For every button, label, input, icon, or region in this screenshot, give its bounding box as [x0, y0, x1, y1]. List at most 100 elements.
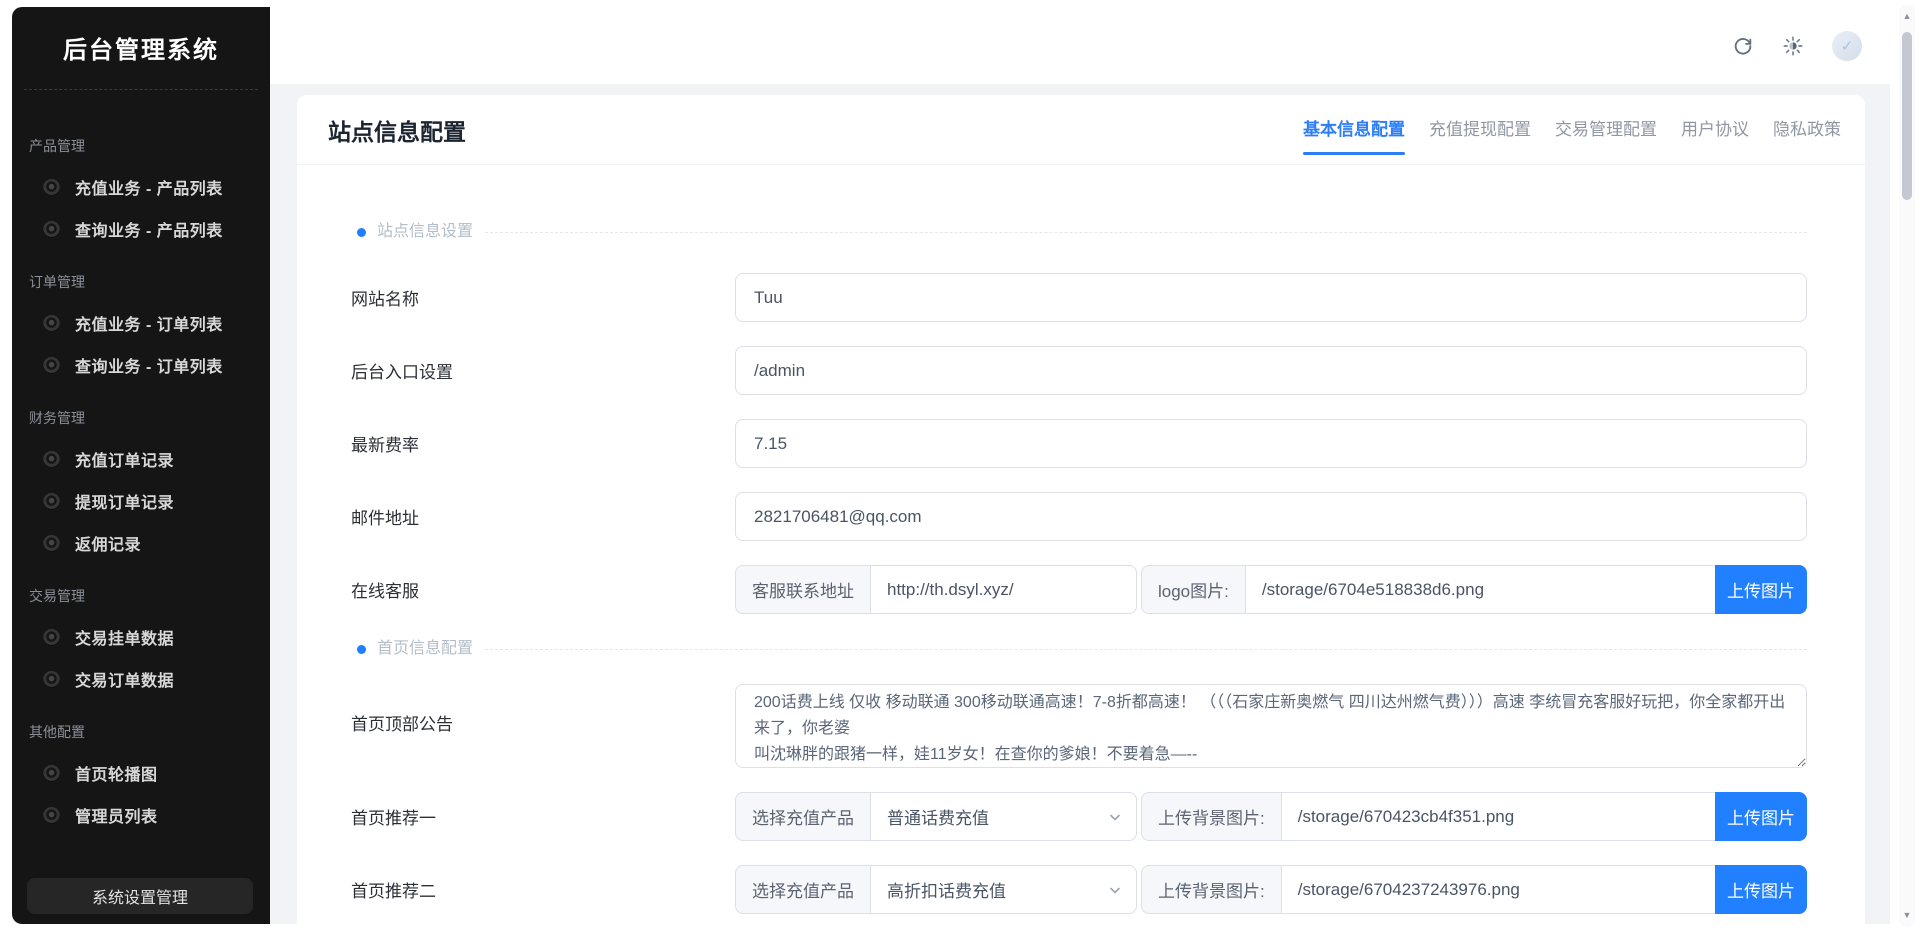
bg-addon: 上传背景图片: — [1141, 865, 1281, 914]
recommend-one-bg-input[interactable] — [1280, 792, 1715, 841]
config-form: 站点信息设置 网站名称 后台入口设置 最新费率 邮件地址 — [297, 165, 1865, 914]
website-name-input[interactable] — [735, 273, 1807, 322]
dashed-line — [485, 231, 1807, 233]
tab-privacy-policy[interactable]: 隐私政策 — [1773, 118, 1841, 142]
admin-entry-input[interactable] — [735, 346, 1807, 395]
disc-icon — [43, 534, 60, 552]
tab-user-agreement[interactable]: 用户协议 — [1681, 118, 1749, 142]
form-row-website-name: 网站名称 — [351, 273, 1807, 322]
sidebar: 后台管理系统 产品管理 充值业务 - 产品列表 查询业务 - 产品列表 订单管理… — [12, 7, 270, 924]
nav-section-trade: 交易管理 交易挂单数据 交易订单数据 — [12, 586, 270, 700]
sidebar-item-recharge-products[interactable]: 充值业务 - 产品列表 — [12, 166, 270, 208]
form-row-latest-rate: 最新费率 — [351, 419, 1807, 468]
nav-section-header: 其他配置 — [29, 724, 85, 740]
upload-bg-two-button[interactable]: 上传图片 — [1715, 865, 1807, 914]
logo-path-input[interactable] — [1244, 565, 1715, 614]
disc-icon — [43, 670, 60, 688]
online-service-controls: 客服联系地址 logo图片: 上传图片 — [735, 565, 1807, 614]
product-select-group: 选择充值产品 普通话费充值 — [735, 792, 1137, 841]
disc-icon — [43, 806, 60, 824]
system-settings-button[interactable]: 系统设置管理 — [27, 878, 253, 914]
service-url-addon: 客服联系地址 — [735, 565, 870, 614]
page-title: 站点信息配置 — [328, 118, 466, 145]
dashed-line — [485, 648, 1807, 650]
logo-path-group: logo图片: 上传图片 — [1141, 565, 1807, 614]
tab-trade-manage[interactable]: 交易管理配置 — [1555, 118, 1657, 142]
scroll-up-arrow[interactable]: ▲ — [1899, 11, 1915, 21]
tabs: 基本信息配置 充值提现配置 交易管理配置 用户协议 隐私政策 — [1303, 118, 1841, 155]
section-dot-icon — [357, 227, 366, 237]
bg-path-group: 上传背景图片: 上传图片 — [1141, 792, 1807, 841]
disc-icon — [43, 356, 60, 374]
recommend-two-bg-input[interactable] — [1280, 865, 1715, 914]
field-label: 首页顶部公告 — [351, 715, 453, 734]
form-row-recommend-one: 首页推荐一 选择充值产品 普通话费充值 上传背景图片: 上传 — [351, 792, 1807, 841]
sidebar-item-home-banner[interactable]: 首页轮播图 — [12, 752, 270, 794]
form-row-home-notice: 首页顶部公告 200话费上线 仅收 移动联通 300移动联通高速！7-8折都高速… — [351, 684, 1807, 768]
form-row-email: 邮件地址 — [351, 492, 1807, 541]
page-scrollbar: ▲ ▼ — [1899, 4, 1915, 927]
topbar: ✓ — [270, 7, 1890, 84]
sidebar-item-recharge-orders[interactable]: 充值业务 - 订单列表 — [12, 302, 270, 344]
home-notice-textarea[interactable]: 200话费上线 仅收 移动联通 300移动联通高速！7-8折都高速！ （（（石家… — [735, 684, 1807, 768]
avatar-check-icon: ✓ — [1840, 37, 1854, 55]
recommend-two-product-select[interactable]: 高折扣话费充值 — [870, 865, 1137, 914]
disc-icon — [43, 220, 60, 238]
field-label: 首页推荐二 — [351, 882, 436, 901]
nav-section-products: 产品管理 充值业务 - 产品列表 查询业务 - 产品列表 — [12, 136, 270, 250]
theme-toggle-icon[interactable] — [1782, 35, 1804, 57]
field-label: 后台入口设置 — [351, 363, 453, 382]
bg-path-group: 上传背景图片: 上传图片 — [1141, 865, 1807, 914]
disc-icon — [43, 450, 60, 468]
refresh-icon[interactable] — [1732, 35, 1754, 57]
disc-icon — [43, 314, 60, 332]
nav-section-header: 财务管理 — [29, 410, 85, 426]
user-avatar[interactable]: ✓ — [1832, 30, 1862, 61]
recommend-one-product-select[interactable]: 普通话费充值 — [870, 792, 1137, 841]
sidebar-item-query-products[interactable]: 查询业务 - 产品列表 — [12, 208, 270, 250]
upload-logo-button[interactable]: 上传图片 — [1715, 565, 1807, 614]
sidebar-item-withdraw-records[interactable]: 提现订单记录 — [12, 480, 270, 522]
sidebar-item-trade-orders[interactable]: 交易订单数据 — [12, 658, 270, 700]
section-dot-icon — [357, 644, 366, 654]
site-config-card: 站点信息配置 基本信息配置 充值提现配置 交易管理配置 用户协议 隐私政策 站点… — [297, 95, 1865, 924]
sidebar-item-recharge-records[interactable]: 充值订单记录 — [12, 438, 270, 480]
logo-addon: logo图片: — [1141, 565, 1245, 614]
sidebar-item-admin-list[interactable]: 管理员列表 — [12, 794, 270, 836]
chevron-down-icon — [1110, 887, 1120, 894]
sidebar-nav: 产品管理 充值业务 - 产品列表 查询业务 - 产品列表 订单管理 充值业务 -… — [12, 90, 270, 836]
nav-section-other: 其他配置 首页轮播图 管理员列表 — [12, 722, 270, 836]
sidebar-item-trade-pending[interactable]: 交易挂单数据 — [12, 616, 270, 658]
nav-section-header: 交易管理 — [29, 588, 85, 604]
latest-rate-input[interactable] — [735, 419, 1807, 468]
form-row-online-service: 在线客服 客服联系地址 logo图片: 上传图片 — [351, 565, 1807, 614]
product-select-addon: 选择充值产品 — [735, 865, 870, 914]
nav-section-header: 产品管理 — [29, 138, 85, 154]
chevron-down-icon — [1110, 814, 1120, 821]
nav-section-finance: 财务管理 充值订单记录 提现订单记录 返佣记录 — [12, 408, 270, 564]
section-home-info: 首页信息配置 — [351, 638, 1807, 660]
sidebar-item-rebate-records[interactable]: 返佣记录 — [12, 522, 270, 564]
recommend-two-controls: 选择充值产品 高折扣话费充值 上传背景图片: 上传图片 — [735, 865, 1807, 914]
scroll-down-arrow[interactable]: ▼ — [1899, 910, 1915, 920]
app-title: 后台管理系统 — [63, 37, 219, 64]
field-label: 首页推荐一 — [351, 809, 436, 828]
upload-bg-one-button[interactable]: 上传图片 — [1715, 792, 1807, 841]
form-row-recommend-two: 首页推荐二 选择充值产品 高折扣话费充值 上传背景图片: 上 — [351, 865, 1807, 914]
tab-basic-info[interactable]: 基本信息配置 — [1303, 118, 1405, 155]
scrollbar-thumb[interactable] — [1902, 32, 1912, 200]
section-site-info: 站点信息设置 — [351, 221, 1807, 243]
service-url-input[interactable] — [870, 565, 1137, 614]
service-url-group: 客服联系地址 — [735, 565, 1137, 614]
bg-addon: 上传背景图片: — [1141, 792, 1281, 841]
tab-recharge-withdraw[interactable]: 充值提现配置 — [1429, 118, 1531, 142]
disc-icon — [43, 492, 60, 510]
disc-icon — [43, 764, 60, 782]
nav-section-orders: 订单管理 充值业务 - 订单列表 查询业务 - 订单列表 — [12, 272, 270, 386]
product-select-addon: 选择充值产品 — [735, 792, 870, 841]
disc-icon — [43, 178, 60, 196]
field-label: 网站名称 — [351, 290, 419, 309]
sidebar-item-query-orders[interactable]: 查询业务 - 订单列表 — [12, 344, 270, 386]
email-input[interactable] — [735, 492, 1807, 541]
card-header: 站点信息配置 基本信息配置 充值提现配置 交易管理配置 用户协议 隐私政策 — [297, 95, 1865, 165]
